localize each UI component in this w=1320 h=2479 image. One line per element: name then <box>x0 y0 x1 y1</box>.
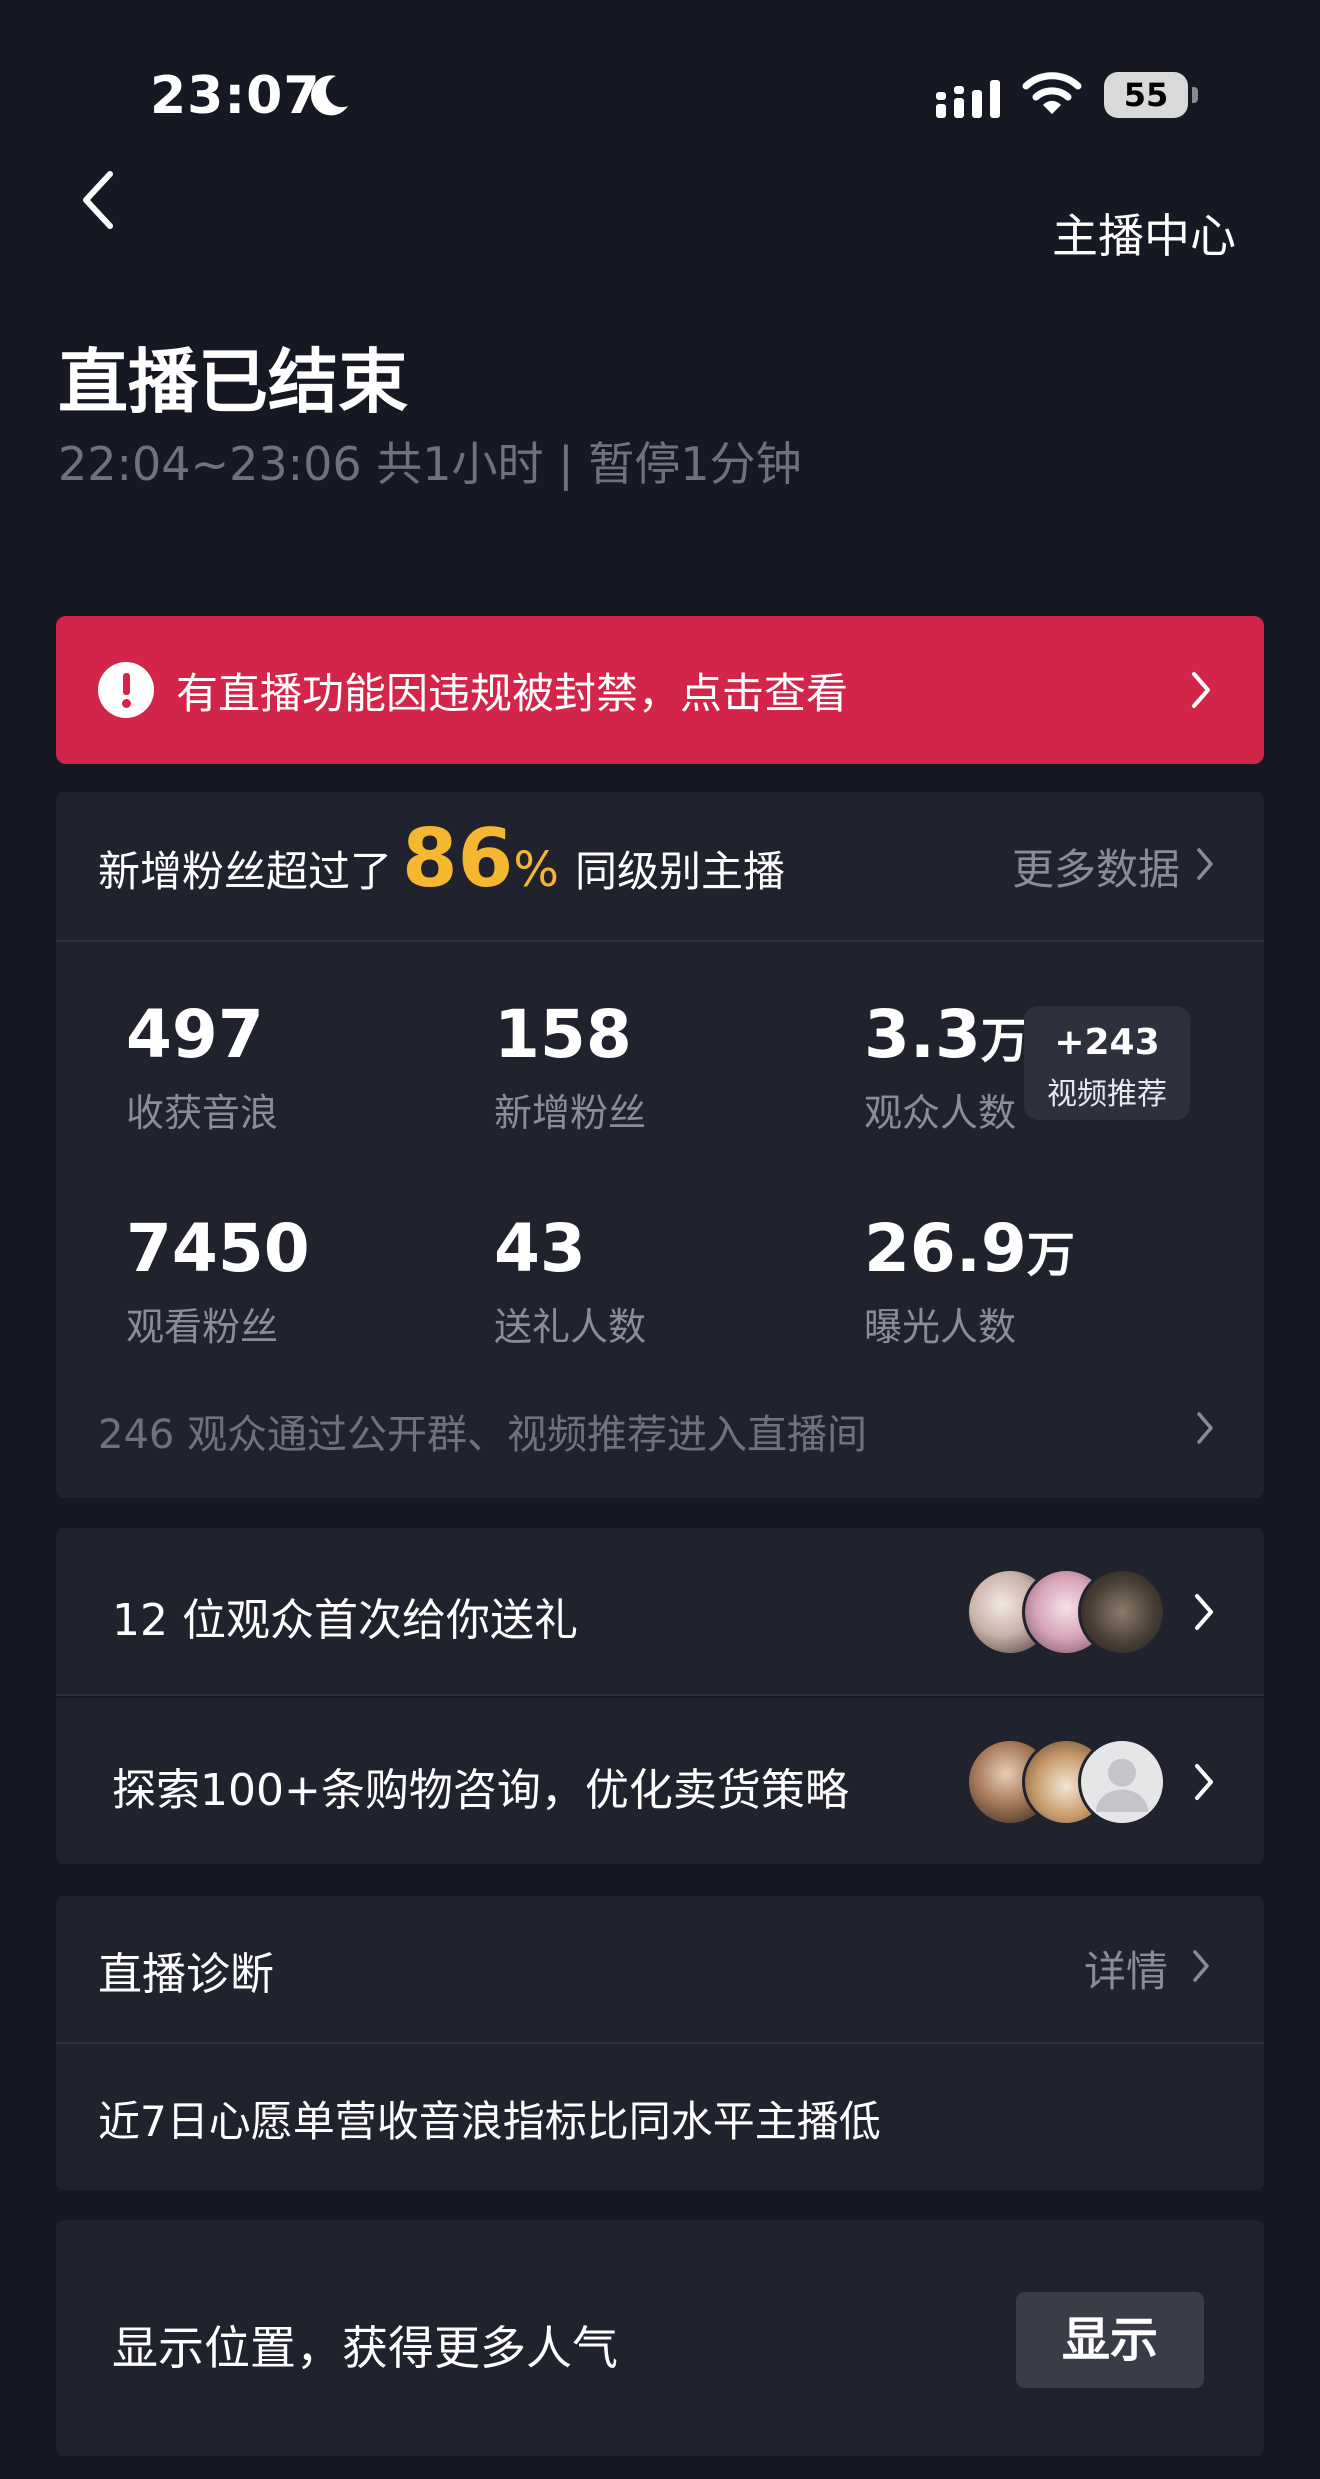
exclamation-circle-icon <box>98 662 154 718</box>
status-bar: 23:07 55 <box>0 0 1320 150</box>
signal-icon <box>936 80 1000 118</box>
live-summary-page: 23:07 55 主播中心 直播已结束 22:04~23:06 共1小时 | 暂… <box>0 0 1320 2479</box>
chevron-right-icon[interactable] <box>1196 846 1216 882</box>
stat-label: 观众人数 <box>864 1091 1017 1135</box>
battery-level: 55 <box>1104 72 1188 118</box>
wifi-icon <box>1022 72 1082 114</box>
divider <box>56 2042 1264 2044</box>
row-text: 探索100+条购物咨询，优化卖货策略 <box>112 1765 849 1816</box>
divider <box>56 1694 1264 1696</box>
battery-icon: 55 <box>1104 72 1198 118</box>
stat-new-fans: 158 新增粉丝 <box>494 1002 646 1137</box>
stat-value: 3.3 <box>864 996 981 1073</box>
violation-alert-banner[interactable]: 有直播功能因违规被封禁，点击查看 <box>56 616 1264 764</box>
stat-sound-waves: 497 收获音浪 <box>126 1002 278 1137</box>
headline-percent: 86 <box>402 812 514 905</box>
first-gift-row[interactable]: 12 位观众首次给你送礼 <box>56 1528 1264 1694</box>
show-location-button[interactable]: 显示 <box>1016 2292 1204 2388</box>
stat-value: 43 <box>494 1210 586 1287</box>
status-time: 23:07 <box>150 66 321 126</box>
stat-label: 曝光人数 <box>864 1305 1017 1349</box>
badge-value: +243 <box>1054 1022 1160 1063</box>
stat-value: 7450 <box>126 1210 310 1287</box>
show-location-card: 显示位置，获得更多人气 显示 <box>56 2220 1264 2456</box>
back-button[interactable] <box>70 160 130 240</box>
fans-growth-headline: 新增粉丝超过了 86 % 同级别主播 <box>98 812 785 922</box>
live-diagnosis-card: 直播诊断 详情 近7日心愿单营收音浪指标比同水平主播低 <box>56 1896 1264 2190</box>
diagnosis-title: 直播诊断 <box>98 1949 274 2000</box>
entry-source-text[interactable]: 246 观众通过公开群、视频推荐进入直播间 <box>98 1402 867 1460</box>
stat-exposure: 26.9万 曝光人数 <box>864 1210 1075 1350</box>
stat-viewers: 3.3万 观众人数 <box>864 996 1029 1136</box>
stats-card: 新增粉丝超过了 86 % 同级别主播 更多数据 497 收获音浪 158 新增粉… <box>56 792 1264 1498</box>
stat-label: 送礼人数 <box>494 1305 647 1349</box>
avatar-stack <box>966 1738 1166 1826</box>
row-text: 12 位观众首次给你送礼 <box>112 1595 578 1646</box>
diagnosis-details-link[interactable]: 详情 <box>1084 1938 1168 1999</box>
diagnosis-message: 近7日心愿单营收音浪指标比同水平主播低 <box>98 2097 881 2146</box>
avatar <box>1078 1568 1166 1656</box>
badge-label: 视频推荐 <box>1047 1077 1167 1112</box>
chevron-right-icon <box>1195 1594 1213 1630</box>
alert-text: 有直播功能因违规被封禁，点击查看 <box>176 669 849 718</box>
chevron-right-icon <box>1195 1764 1213 1800</box>
more-data-link[interactable]: 更多数据 <box>1012 836 1180 897</box>
headline-prefix: 新增粉丝超过了 <box>98 847 393 896</box>
stat-value: 497 <box>126 996 264 1073</box>
headline-suffix: 同级别主播 <box>574 847 785 896</box>
location-prompt: 显示位置，获得更多人气 <box>112 2321 618 2375</box>
headline-percent-sign: % <box>513 842 559 898</box>
stat-label: 观看粉丝 <box>126 1305 279 1349</box>
stat-gift-givers: 43 送礼人数 <box>494 1216 646 1351</box>
stat-value: 158 <box>494 996 632 1073</box>
live-duration: 22:04~23:06 共1小时 | 暂停1分钟 <box>58 437 802 491</box>
chevron-right-icon[interactable] <box>1192 1948 1212 1984</box>
stat-label: 新增粉丝 <box>494 1091 647 1135</box>
chevron-right-icon[interactable] <box>1196 1410 1216 1446</box>
shopping-consult-row[interactable]: 探索100+条购物咨询，优化卖货策略 <box>56 1698 1264 1864</box>
moon-icon <box>311 75 348 116</box>
divider <box>56 940 1264 942</box>
page-title: 直播已结束 <box>58 341 408 423</box>
video-recommend-badge: +243 视频推荐 <box>1024 1006 1190 1120</box>
anchor-center-link[interactable]: 主播中心 <box>1052 200 1236 266</box>
stat-watching-fans: 7450 观看粉丝 <box>126 1216 310 1351</box>
stat-value: 26.9 <box>864 1210 1027 1287</box>
stat-label: 收获音浪 <box>126 1091 279 1135</box>
avatar-stack <box>966 1568 1166 1656</box>
default-user-icon <box>1078 1738 1166 1826</box>
chevron-right-icon <box>1192 672 1210 708</box>
